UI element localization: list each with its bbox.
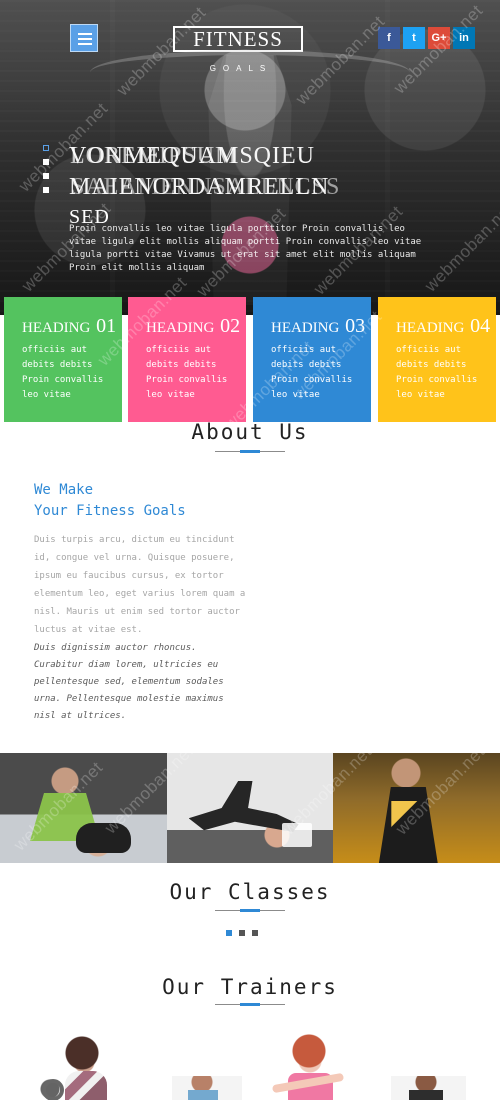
about-title: About Us: [191, 420, 309, 444]
hero-overlay-line-4: SAEAMENNSALLNCSS: [71, 174, 341, 200]
feature-card-title: HEADING 02: [146, 315, 240, 339]
fitness-landing-page: FITNESS GOALS f t G+ in VONMEQUAMSQIEU L…: [0, 0, 500, 1100]
classes-carousel-dot-3[interactable]: [252, 930, 258, 936]
gallery-photo-2: [166, 753, 334, 863]
feature-card-3[interactable]: HEADING 03 officiis aut debits debits Pr…: [253, 297, 371, 422]
trainer-photo-4: [391, 1076, 466, 1100]
feature-card-heading: HEADING: [396, 320, 465, 336]
trainer-photo-3: [260, 1033, 355, 1100]
linkedin-icon: in: [459, 32, 469, 44]
classes-carousel-dot-1[interactable]: [226, 930, 232, 936]
trainers-divider-accent: [240, 1003, 260, 1006]
feature-card-number: 03: [345, 315, 366, 337]
trainers-title: Our Trainers: [162, 975, 338, 999]
hamburger-menu-icon: [78, 33, 92, 45]
classes-divider-accent: [240, 909, 260, 912]
hero-section: FITNESS GOALS f t G+ in VONMEQUAMSQIEU L…: [0, 0, 500, 315]
feature-card-2[interactable]: HEADING 02 officiis aut debits debits Pr…: [128, 297, 246, 422]
feature-cards: HEADING 01 officiis aut debits debits Pr…: [4, 273, 497, 433]
google-plus-link[interactable]: G+: [428, 27, 450, 49]
brand-subtitle: GOALS: [209, 64, 273, 73]
gallery-photo-3: [333, 753, 500, 863]
classes-carousel-dots: [226, 930, 258, 936]
hero-watermark-3: webmoban.net: [292, 11, 389, 109]
hero-paragraph: Proin convallis leo vitae ligula porttit…: [69, 224, 422, 273]
about-quote-text: Duis dignissim auctor rhoncus. Curabitur…: [34, 643, 224, 721]
feature-card-1[interactable]: HEADING 01 officiis aut debits debits Pr…: [4, 297, 122, 422]
feature-card-text: officiis aut debits debits Proin convall…: [22, 345, 104, 400]
facebook-link[interactable]: f: [378, 27, 400, 49]
twitter-link[interactable]: t: [403, 27, 425, 49]
classes-divider: [215, 909, 285, 912]
brand-logo[interactable]: FITNESS GOALS: [173, 26, 303, 73]
about-headline: We Make Your Fitness Goals: [34, 480, 254, 522]
feature-card-title: HEADING 03: [271, 315, 365, 339]
hero-indicator-4[interactable]: [43, 187, 49, 193]
hero-watermark-2: webmoban.net: [113, 2, 210, 100]
feature-card-title: HEADING 01: [22, 315, 116, 339]
linkedin-link[interactable]: in: [453, 27, 475, 49]
feature-card-text: officiis aut debits debits Proin convall…: [271, 345, 353, 400]
hero-slide-indicators: [43, 145, 51, 205]
hero-indicator-3[interactable]: [43, 173, 49, 179]
feature-card-heading: HEADING: [22, 320, 91, 336]
brand-title: FITNESS: [173, 26, 303, 52]
trainer-photo-1: [34, 1033, 128, 1100]
gallery-strip: webmoban.net webmoban.net webmoban.net w…: [0, 741, 500, 863]
classes-carousel-dot-2[interactable]: [239, 930, 245, 936]
social-links: f t G+ in: [378, 27, 475, 49]
trainers-divider: [215, 1003, 285, 1006]
about-body-text: Duis turpis arcu, dictum eu tincidunt id…: [34, 535, 246, 635]
about-divider: [215, 450, 285, 453]
feature-card-4[interactable]: HEADING 04 officiis aut debits debits Pr…: [378, 297, 496, 422]
trainer-photo-2: [172, 1076, 242, 1100]
feature-card-number: 01: [96, 315, 117, 337]
about-headline-line-1: We Make: [34, 482, 94, 498]
hero-overlay-line-2: LOREMIPSUM: [70, 143, 238, 169]
hero-watermark-4: webmoban.net: [390, 0, 487, 98]
hero-indicator-2[interactable]: [43, 159, 49, 165]
feature-card-text: officiis aut debits debits Proin convall…: [396, 345, 478, 400]
about-headline-line-2: Your Fitness Goals: [34, 503, 186, 519]
feature-card-text: officiis aut debits debits Proin convall…: [146, 345, 228, 400]
twitter-icon: t: [412, 32, 416, 44]
menu-button[interactable]: [70, 24, 98, 52]
classes-title: Our Classes: [169, 880, 331, 904]
feature-card-number: 04: [470, 315, 491, 337]
feature-card-heading: HEADING: [146, 320, 215, 336]
feature-card-heading: HEADING: [271, 320, 340, 336]
gallery-photo-1: [0, 753, 167, 863]
hero-indicator-1[interactable]: [43, 145, 49, 151]
about-divider-accent: [240, 450, 260, 453]
facebook-icon: f: [387, 32, 391, 44]
feature-card-number: 02: [220, 315, 241, 337]
google-plus-icon: G+: [431, 32, 447, 44]
feature-card-title: HEADING 04: [396, 315, 490, 339]
